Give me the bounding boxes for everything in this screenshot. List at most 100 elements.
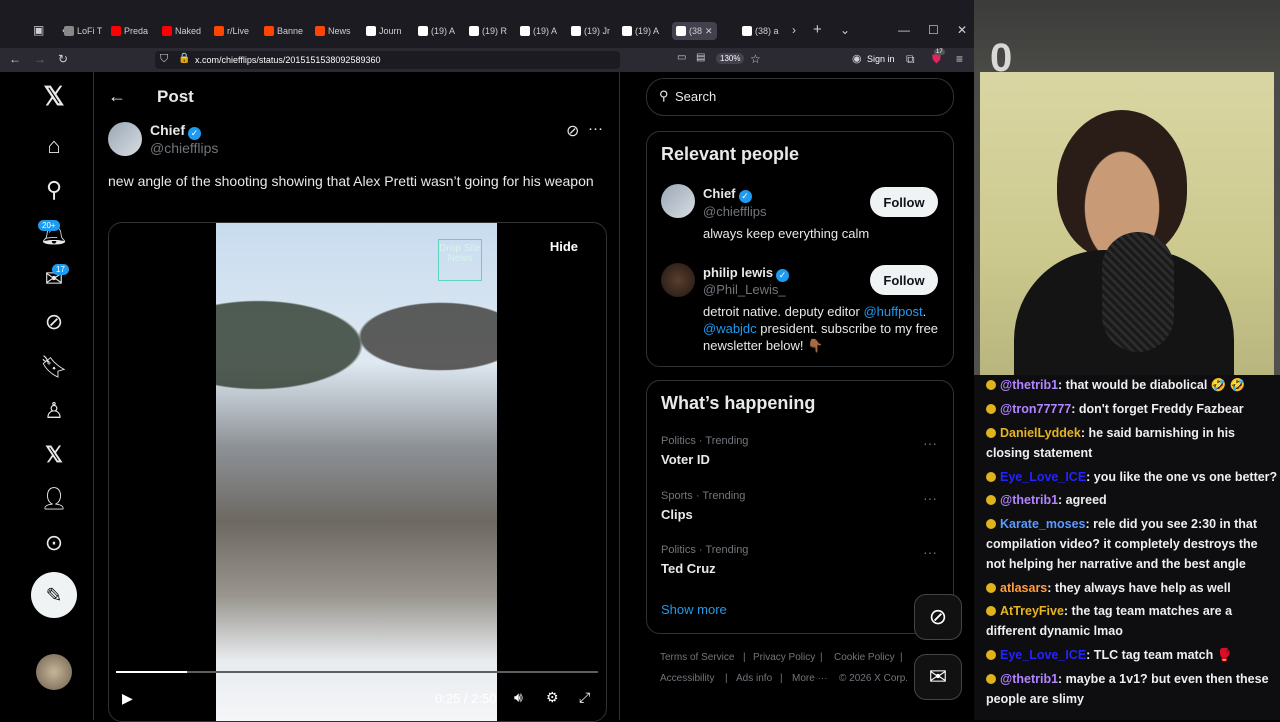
explore-search-icon[interactable]: ⚲ bbox=[40, 176, 68, 204]
x-logo-icon[interactable]: 𝕏 bbox=[40, 81, 68, 111]
home-icon[interactable]: ⌂ bbox=[40, 132, 68, 160]
shield-icon[interactable]: ⛉ bbox=[160, 53, 168, 66]
close-window-icon[interactable]: ✕ bbox=[957, 23, 967, 37]
bookmarks-icon[interactable]: 🔖︎ bbox=[40, 353, 68, 381]
browser-tab[interactable]: Banne bbox=[264, 22, 303, 40]
browser-tab[interactable]: r/Live bbox=[214, 22, 249, 40]
chat-username[interactable]: @thetrib1 bbox=[1000, 493, 1058, 507]
url-text[interactable]: x.com/chiefflips/status/2015151538092589… bbox=[195, 55, 380, 65]
trend-more-icon[interactable]: ··· bbox=[923, 435, 937, 451]
chat-username[interactable]: @thetrib1 bbox=[1000, 378, 1058, 392]
person-name[interactable]: philip lewis bbox=[703, 265, 773, 280]
account-avatar[interactable] bbox=[36, 654, 72, 690]
person-handle[interactable]: @chiefflips bbox=[703, 204, 767, 219]
chat-username[interactable]: @thetrib1 bbox=[1000, 672, 1058, 686]
browser-tab[interactable]: News bbox=[315, 22, 351, 40]
search-input[interactable]: Search bbox=[675, 89, 716, 104]
forward-nav-icon[interactable]: → bbox=[34, 52, 46, 66]
profile-icon[interactable]: 👤︎ bbox=[40, 485, 68, 513]
extensions-icon[interactable]: ⧉ bbox=[906, 52, 915, 67]
chat-username[interactable]: AtTreyFive bbox=[1000, 604, 1064, 618]
tab-overflow-chevron-icon[interactable]: ⌄ bbox=[840, 23, 850, 37]
browser-tab[interactable]: (19) A bbox=[520, 22, 557, 40]
tab-scroll-right-icon[interactable]: › bbox=[792, 23, 796, 37]
volume-icon[interactable]: 🔊︎ bbox=[514, 689, 523, 706]
maximize-window-icon[interactable]: ☐ bbox=[928, 23, 939, 37]
chat-username[interactable]: Eye_Love_ICE bbox=[1000, 648, 1086, 662]
video-progress-bar[interactable] bbox=[116, 671, 598, 673]
browser-tab[interactable]: (38) a bbox=[742, 22, 779, 40]
footer-privacy-link[interactable]: Privacy Policy bbox=[753, 652, 815, 663]
hide-button[interactable]: Hide bbox=[550, 239, 578, 254]
chat-username[interactable]: atlasars bbox=[1000, 581, 1047, 595]
browser-tab[interactable]: Naked bbox=[162, 22, 201, 40]
account-icon[interactable]: ◉ bbox=[852, 52, 862, 65]
jobs-icon[interactable]: ♙ bbox=[40, 397, 68, 425]
zoom-level[interactable]: 130% bbox=[716, 53, 745, 64]
follow-button[interactable]: Follow bbox=[870, 187, 938, 217]
bio-link-wabjdc[interactable]: @wabjdc bbox=[703, 321, 757, 336]
sign-in-link[interactable]: Sign in bbox=[867, 54, 895, 64]
grok-floating-button[interactable]: ⊘ bbox=[914, 594, 962, 640]
grok-explain-icon[interactable]: ⊘ bbox=[566, 121, 579, 141]
fullscreen-icon[interactable]: ⤢ bbox=[579, 689, 590, 706]
post-more-icon[interactable]: ··· bbox=[588, 120, 603, 137]
screenshot-icon[interactable]: ▤ bbox=[696, 52, 705, 63]
trend-item[interactable]: Politics · Trending Ted Cruz ··· bbox=[647, 540, 953, 590]
reload-icon[interactable]: ↻ bbox=[58, 52, 68, 66]
reader-view-icon[interactable]: ▭ bbox=[677, 52, 686, 63]
minimize-window-icon[interactable]: — bbox=[898, 23, 910, 37]
footer-ads-link[interactable]: Ads info bbox=[736, 673, 772, 684]
premium-x-icon[interactable]: 𝕏 bbox=[40, 441, 68, 469]
chat-username[interactable]: DanielLyddek bbox=[1000, 426, 1081, 440]
lock-icon[interactable]: 🔒 bbox=[178, 53, 190, 64]
tab-list-icon[interactable]: ▣ bbox=[33, 23, 44, 37]
address-bar[interactable]: ⛉ 🔒 x.com/chiefflips/status/201515153809… bbox=[155, 51, 620, 69]
person-name[interactable]: Chief bbox=[703, 186, 736, 201]
bookmark-star-icon[interactable]: ☆ bbox=[750, 52, 761, 66]
chat-username[interactable]: Karate_moses bbox=[1000, 517, 1085, 531]
browser-tab[interactable]: (19) A bbox=[418, 22, 455, 40]
back-nav-icon[interactable]: ← bbox=[9, 52, 21, 66]
chat-username[interactable]: @tron77777 bbox=[1000, 402, 1071, 416]
compose-post-button[interactable]: ✎ bbox=[31, 572, 77, 618]
new-tab-icon[interactable]: + bbox=[813, 21, 822, 38]
back-arrow-icon[interactable]: ← bbox=[108, 86, 126, 107]
footer-terms-link[interactable]: Terms of Service bbox=[660, 652, 734, 663]
browser-tab[interactable]: (19) Jr bbox=[571, 22, 610, 40]
grok-icon[interactable]: ⊘ bbox=[40, 308, 68, 336]
search-box[interactable]: ⚲ Search bbox=[646, 78, 954, 116]
person-avatar[interactable] bbox=[661, 184, 695, 218]
browser-tab[interactable]: (19) R bbox=[469, 22, 507, 40]
browser-tab[interactable]: (19) A bbox=[622, 22, 659, 40]
feather-icon: ✎ bbox=[45, 584, 63, 607]
video-frame[interactable]: Drop Site News bbox=[216, 223, 497, 721]
browser-tab[interactable]: Journ bbox=[366, 22, 402, 40]
footer-more-link[interactable]: More ··· bbox=[792, 673, 828, 684]
messages-floating-button[interactable]: ✉ bbox=[914, 654, 962, 700]
post-video[interactable]: Drop Site News Hide ▶ 0:25 / 2:50 🔊︎ ⚙ ⤢ bbox=[108, 222, 607, 722]
show-more-link[interactable]: Show more bbox=[661, 602, 727, 617]
follow-button[interactable]: Follow bbox=[870, 265, 938, 295]
author-name[interactable]: Chief bbox=[150, 122, 185, 138]
trend-item[interactable]: Politics · Trending Voter ID ··· bbox=[647, 431, 953, 481]
browser-tab[interactable]: Preda bbox=[111, 22, 148, 40]
footer-accessibility-link[interactable]: Accessibility bbox=[660, 673, 714, 684]
person-handle[interactable]: @Phil_Lewis_ bbox=[703, 282, 786, 297]
trend-more-icon[interactable]: ··· bbox=[923, 544, 937, 560]
author-handle[interactable]: @chiefflips bbox=[150, 140, 218, 156]
browser-tab[interactable]: (38 ✕ bbox=[672, 22, 717, 40]
bio-link-huffpost[interactable]: @huffpost bbox=[863, 304, 922, 319]
settings-gear-icon[interactable]: ⚙ bbox=[546, 689, 559, 706]
menu-hamburger-icon[interactable]: ≡ bbox=[956, 52, 963, 66]
play-icon[interactable]: ▶ bbox=[122, 690, 133, 707]
author-avatar[interactable] bbox=[108, 122, 142, 156]
browser-tab[interactable]: LoFi T bbox=[64, 22, 102, 40]
tab-close-icon[interactable]: ✕ bbox=[705, 26, 713, 37]
trend-item[interactable]: Sports · Trending Clips ··· bbox=[647, 486, 953, 536]
trend-more-icon[interactable]: ··· bbox=[923, 490, 937, 506]
more-circle-icon[interactable]: ⊙ bbox=[40, 529, 68, 557]
footer-cookie-link[interactable]: Cookie Policy bbox=[834, 652, 895, 663]
chat-username[interactable]: Eye_Love_ICE bbox=[1000, 470, 1086, 484]
person-avatar[interactable] bbox=[661, 263, 695, 297]
